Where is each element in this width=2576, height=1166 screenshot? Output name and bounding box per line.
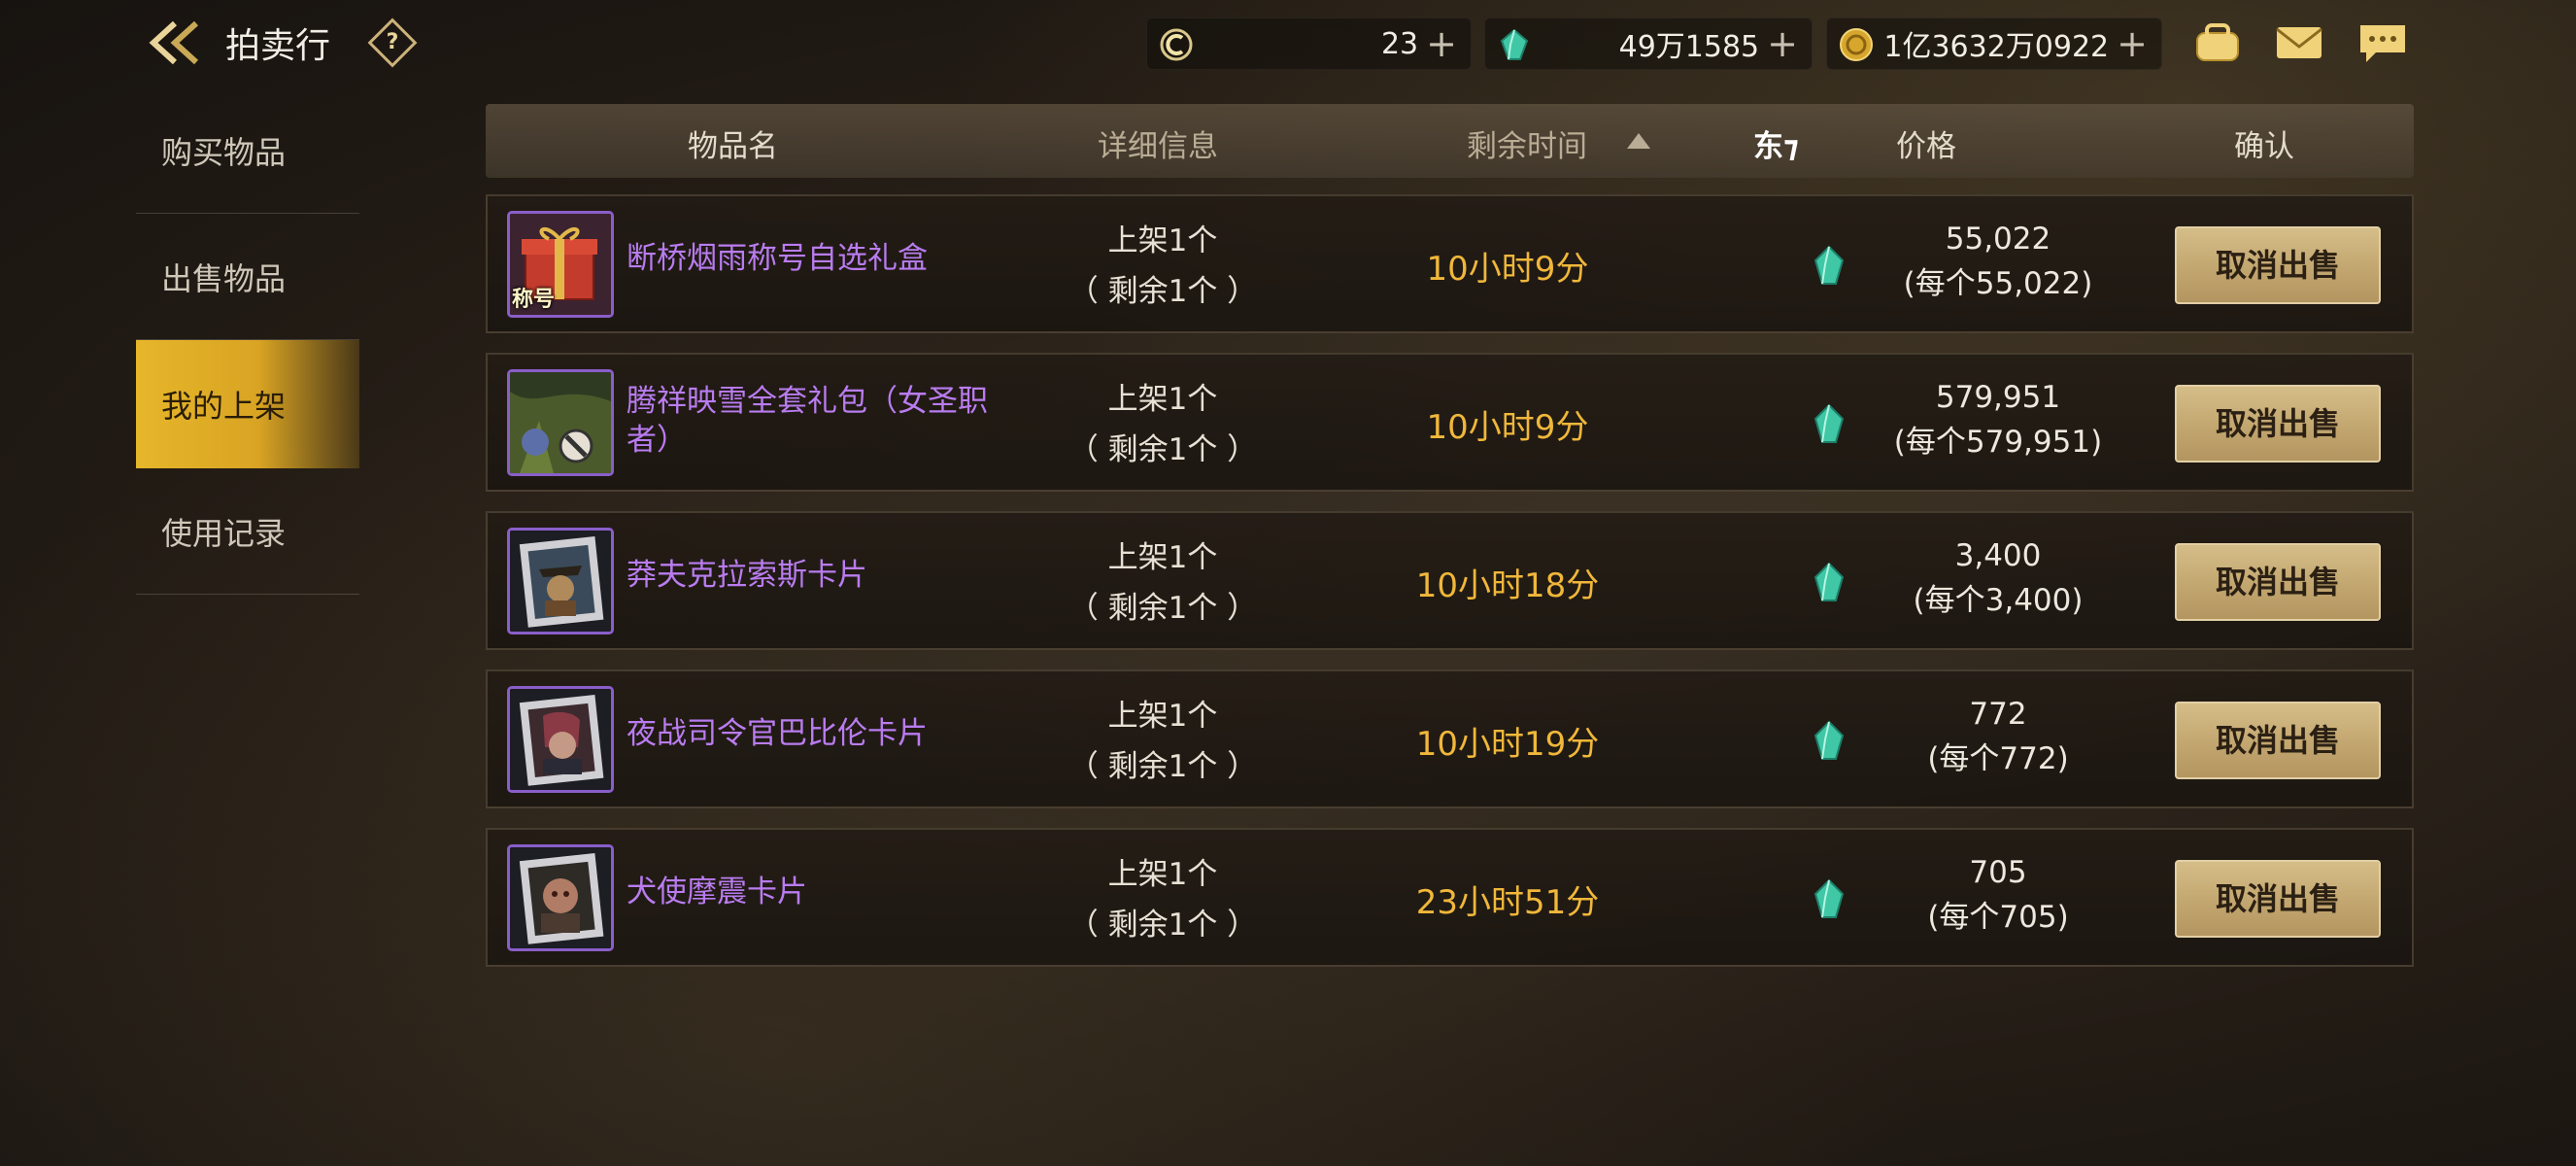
column-header-confirm: 确认 [2234, 129, 2294, 164]
gem-icon [1813, 245, 1845, 285]
c-coin-counter: 23 + [1146, 17, 1472, 70]
table-row: 莽夫克拉索斯卡片 上架1个 （ 剩余1个 ） 10小时18分 3,400 (每个… [486, 511, 2414, 650]
table-header: 物品名 详细信息 剩余时间 东⁊ 价格 确认 [486, 104, 2414, 178]
sidebar-item-buy[interactable]: 购买物品 [136, 87, 359, 214]
gem-icon [1813, 562, 1845, 601]
gem-icon [1813, 878, 1845, 918]
gift-box-item-icon[interactable]: 称号 [507, 211, 614, 318]
remaining-count: （ 剩余1个 ） [1068, 432, 1258, 467]
listed-count: 上架1个 [1107, 382, 1218, 417]
mail-icon[interactable] [2273, 19, 2325, 66]
listed-count: 上架1个 [1107, 699, 1218, 734]
sort-ascending-icon[interactable] [1627, 133, 1650, 149]
card-item-icon[interactable] [507, 844, 614, 951]
costume-package-item-icon[interactable] [507, 369, 614, 476]
c-coin-icon [1160, 28, 1193, 61]
cancel-sale-button[interactable]: 取消出售 [2175, 860, 2381, 938]
gold-add-button[interactable]: + [2117, 25, 2148, 62]
cancel-sale-button[interactable]: 取消出售 [2175, 226, 2381, 304]
page-title: 拍卖行 [225, 26, 331, 66]
card-item-icon[interactable] [507, 686, 614, 793]
remaining-time: 10小时9分 [1426, 250, 1589, 289]
total-price: 579,951 [1935, 380, 2061, 415]
sidebar-item-sell[interactable]: 出售物品 [136, 214, 359, 340]
unit-price: (每个772) [1927, 741, 2069, 776]
total-price: 705 [1969, 855, 2027, 890]
remaining-time: 10小时18分 [1415, 566, 1600, 605]
total-price: 772 [1969, 697, 2027, 732]
total-price: 3,400 [1954, 538, 2042, 573]
gem-icon [1813, 403, 1845, 443]
item-name: 夜战司令官巴比伦卡片 [627, 716, 928, 751]
chat-icon[interactable] [2356, 19, 2409, 66]
card-item-icon[interactable] [507, 528, 614, 634]
top-bar: 拍卖行 ? 23 + 49万1585 + 1亿3632万0922 + [0, 0, 2576, 86]
c-coin-value: 23 [1380, 26, 1419, 61]
item-name: 腾祥映雪全套礼包（女圣职者） [627, 384, 988, 458]
remaining-time: 10小时19分 [1415, 725, 1600, 764]
cancel-sale-button[interactable]: 取消出售 [2175, 543, 2381, 621]
sidebar-item-history[interactable]: 使用记录 [136, 468, 359, 595]
c-coin-add-button[interactable]: + [1426, 25, 1457, 62]
remaining-count: （ 剩余1个 ） [1068, 749, 1258, 784]
item-name: 断桥烟雨称号自选礼盒 [627, 241, 928, 276]
total-price: 55,022 [1945, 222, 2051, 257]
item-name: 莽夫克拉索斯卡片 [627, 558, 867, 593]
table-row: 腾祥映雪全套礼包（女圣职者） 上架1个 （ 剩余1个 ） 10小时9分 579,… [486, 353, 2414, 492]
column-header-detail: 详细信息 [1098, 129, 1218, 164]
remaining-time: 23小时51分 [1415, 883, 1600, 922]
gold-coin-icon [1840, 28, 1873, 61]
unit-price: (每个55,022) [1903, 266, 2093, 301]
gem-icon [1813, 720, 1845, 760]
cancel-sale-button[interactable]: 取消出售 [2175, 385, 2381, 463]
remaining-count: （ 剩余1个 ） [1068, 274, 1258, 309]
column-header-overlay-text: 东⁊ [1753, 129, 1799, 164]
gold-value: 1亿3632万0922 [1883, 30, 2110, 64]
unit-price: (每个3,400) [1913, 583, 2084, 618]
gem-counter: 49万1585 + [1484, 17, 1813, 70]
gem-add-button[interactable]: + [1767, 25, 1798, 62]
gem-value: 49万1585 [1618, 30, 1760, 64]
back-arrow-icon[interactable] [146, 16, 214, 70]
column-header-name: 物品名 [688, 129, 778, 164]
column-header-price: 价格 [1896, 129, 1956, 164]
sidebar-item-my-listings[interactable]: 我的上架 [136, 340, 359, 468]
remaining-time: 10小时9分 [1426, 408, 1589, 447]
unit-price: (每个579,951) [1893, 425, 2103, 460]
help-icon[interactable]: ? [367, 17, 418, 68]
gem-icon [1500, 28, 1529, 60]
table-row: 犬使摩震卡片 上架1个 （ 剩余1个 ） 23小时51分 705 (每个705)… [486, 828, 2414, 967]
wallet-icon[interactable] [2191, 19, 2244, 66]
table-row: 夜战司令官巴比伦卡片 上架1个 （ 剩余1个 ） 10小时19分 772 (每个… [486, 669, 2414, 808]
listed-count: 上架1个 [1107, 540, 1218, 575]
unit-price: (每个705) [1927, 900, 2069, 935]
gold-counter: 1亿3632万0922 + [1826, 17, 2162, 70]
sidebar: 购买物品 出售物品 我的上架 使用记录 [136, 87, 359, 595]
table-row: 称号 断桥烟雨称号自选礼盒 上架1个 （ 剩余1个 ） 10小时9分 55,02… [486, 194, 2414, 333]
column-header-time[interactable]: 剩余时间 [1467, 121, 1587, 165]
listed-count: 上架1个 [1107, 857, 1218, 892]
cancel-sale-button[interactable]: 取消出售 [2175, 702, 2381, 779]
item-name: 犬使摩震卡片 [627, 874, 807, 909]
remaining-count: （ 剩余1个 ） [1068, 591, 1258, 626]
title-tag-label: 称号 [512, 288, 556, 312]
remaining-count: （ 剩余1个 ） [1068, 908, 1258, 943]
listed-count: 上架1个 [1107, 223, 1218, 258]
